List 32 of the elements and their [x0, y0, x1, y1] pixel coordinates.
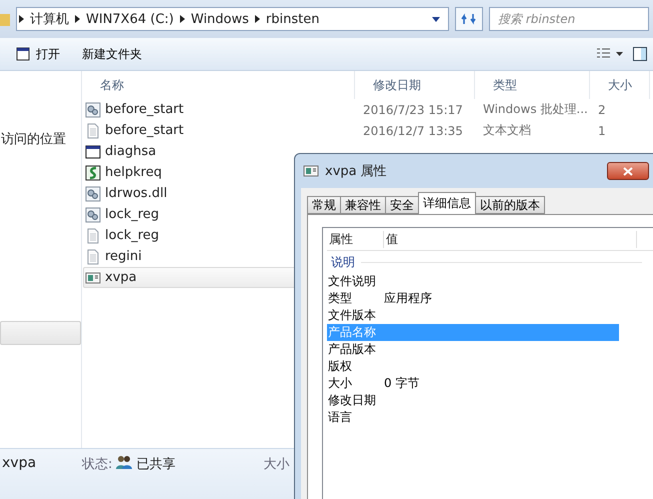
property-name: 修改日期: [327, 392, 377, 409]
property-name: 产品版本: [327, 341, 377, 358]
file-name: before_start: [105, 123, 184, 138]
file-date: 2016/12/7 13:35: [363, 124, 463, 138]
file-name: lock_reg: [105, 228, 160, 243]
file-size: 1: [598, 124, 606, 138]
property-value: 应用程序: [384, 290, 432, 307]
size-label: 大小: [263, 456, 290, 473]
property-name: 文件说明: [327, 273, 377, 290]
file-name: diaghsa: [105, 144, 156, 159]
file-name: helpkreq: [105, 165, 162, 180]
property-name: 语言: [327, 409, 353, 426]
property-name: 大小: [327, 375, 353, 392]
property-name: 文件版本: [327, 307, 377, 324]
property-name: 版权: [327, 358, 353, 375]
file-type: Windows 批处理...: [483, 102, 588, 116]
property-name: 类型: [327, 290, 353, 307]
status-value: 已共享: [136, 456, 176, 473]
file-type: 文本文档: [483, 123, 531, 137]
status-label: 状态:: [82, 456, 112, 473]
file-name: before_start: [105, 102, 184, 117]
file-name: xvpa: [105, 270, 137, 285]
file-name: ldrwos.dll: [105, 186, 168, 201]
file-date: 2016/7/23 15:17: [363, 102, 463, 116]
property-value: 0 字节: [384, 375, 420, 392]
file-name: lock_reg: [105, 207, 160, 222]
section-heading: 说明: [331, 254, 355, 270]
property-name: 产品名称: [327, 324, 377, 341]
dialog-title: xvpa 属性: [325, 163, 387, 180]
file-name: regini: [105, 249, 142, 264]
selected-file-name: xvpa: [2, 455, 38, 471]
file-size: 2: [598, 102, 606, 116]
